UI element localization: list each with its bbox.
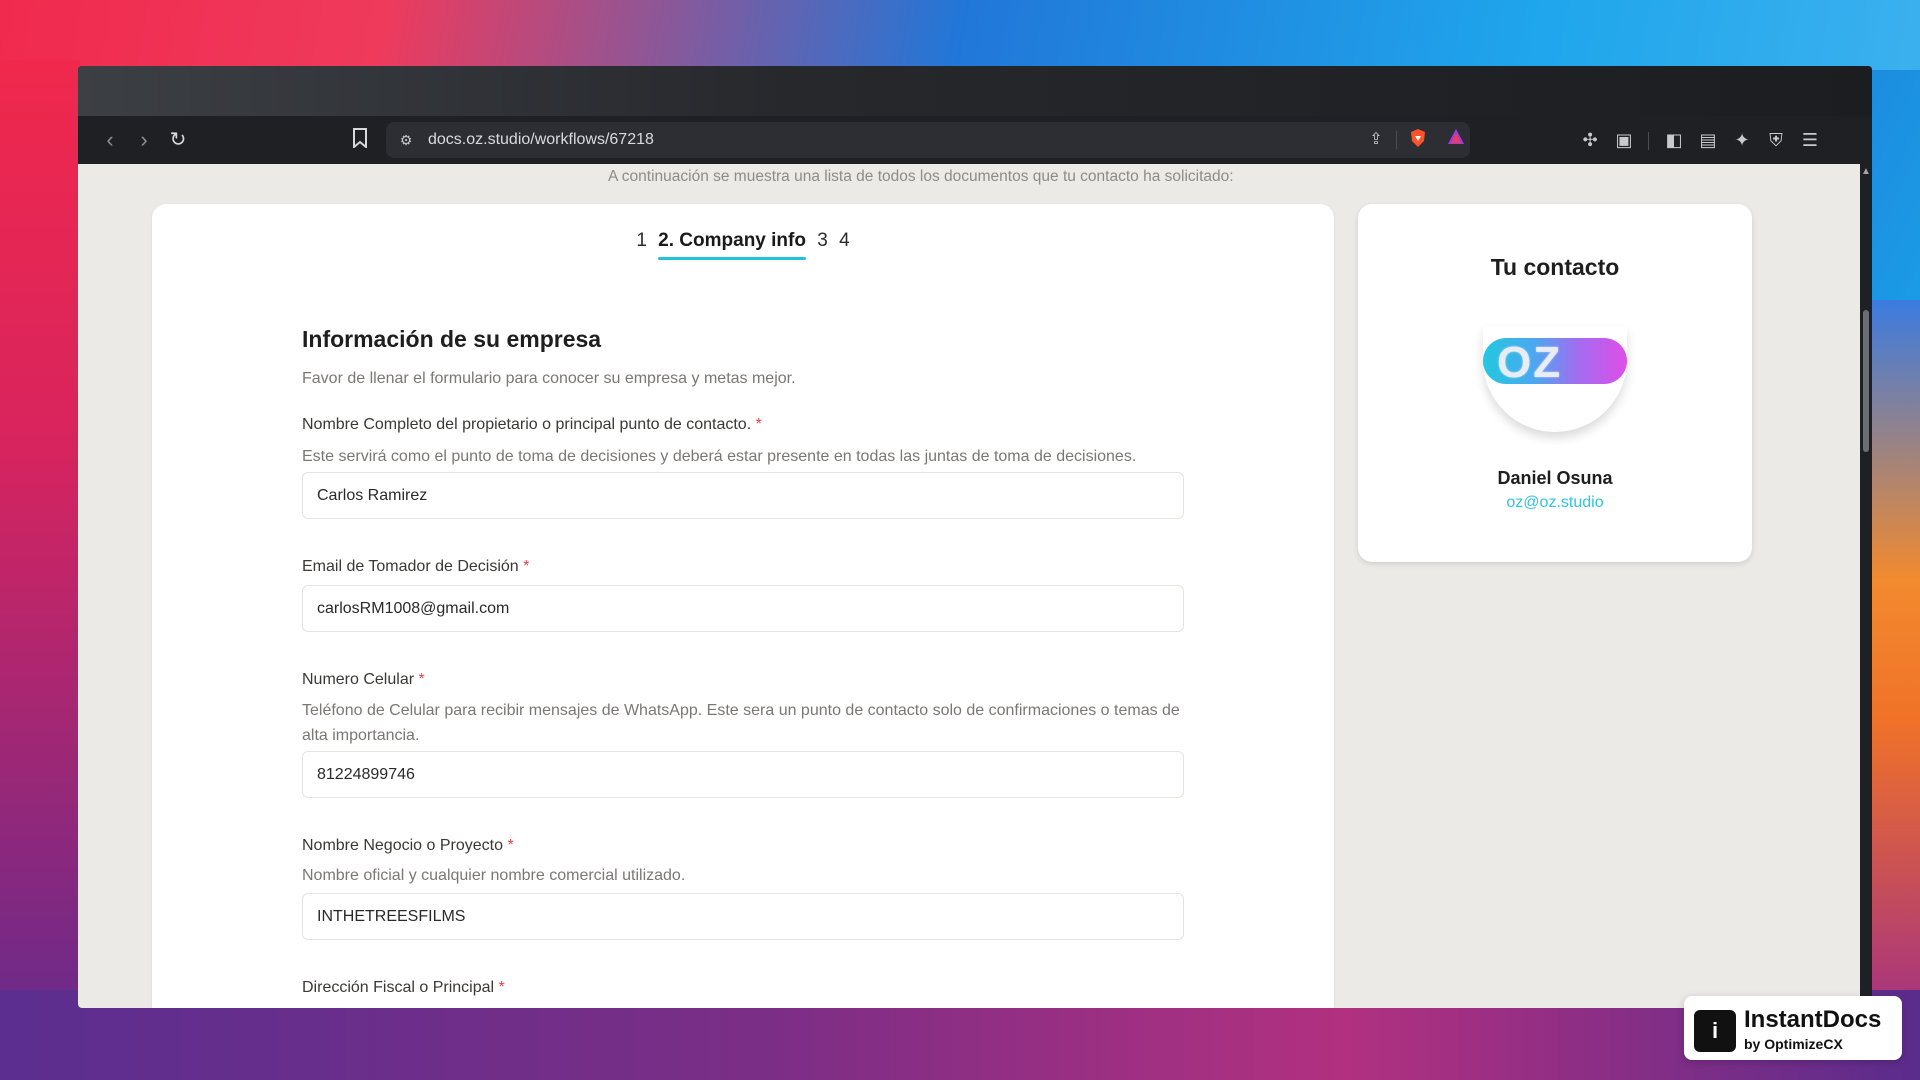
bookmark-icon[interactable] [348,128,372,152]
required-marker: * [755,416,762,433]
oz-logo-text: OZ [1497,338,1563,387]
owner-name-input[interactable]: Carlos Ramirez [302,472,1184,519]
instantdocs-badge: i InstantDocs by OptimizeCX [1684,996,1902,1060]
instantdocs-logo-icon: i [1694,1010,1736,1052]
url-divider [1396,131,1397,149]
step-1[interactable]: 1 [636,230,647,252]
required-marker: * [498,979,505,996]
phone-help: Teléfono de Celular para recibir mensaje… [302,702,1180,744]
menu-icon[interactable]: ☰ [1798,128,1822,152]
contact-title: Tu contacto [1490,254,1620,280]
page-viewport: A continuación se muestra una lista de t… [78,164,1860,1008]
sidebar-icon[interactable]: ◧ [1662,128,1686,152]
business-name-help: Nombre oficial y cualquier nombre comerc… [302,867,686,884]
owner-name-help: Este servirá como el punto de toma de de… [302,448,1137,465]
brave-shields-icon[interactable] [1406,128,1430,152]
window-titlebar[interactable] [78,66,1872,116]
business-name-label-text: Nombre Negocio o Proyecto [302,837,503,854]
decision-email-label-text: Email de Tomador de Decisión [302,558,519,575]
leo-ai-icon[interactable]: ✦ [1730,128,1754,152]
contact-card: Tu contacto OZ Daniel Osuna oz@oz.studio [1358,204,1752,562]
scroll-up-icon[interactable]: ▲ [1861,166,1871,177]
decision-email-input[interactable]: carlosRM1008@gmail.com [302,585,1184,632]
oz-logo: OZ [1483,338,1627,387]
vpn-shield-icon[interactable]: ⛨ [1764,128,1788,152]
step-indicator: 1 2. Company info 3 4 [152,230,1334,260]
section-title: Información de su empresa [302,326,602,352]
phone-label: Numero Celular * [302,671,425,689]
contact-name: Daniel Osuna [1497,468,1613,488]
browser-window: ‹ › ↻ ⚙ docs.oz.studio/workflows/67218 ⇪… [78,66,1872,1008]
brave-rewards-icon[interactable] [1444,128,1468,152]
avatar: OZ [1483,326,1627,432]
step-4[interactable]: 4 [839,230,850,252]
toolbar-divider [1648,132,1649,150]
site-settings-icon[interactable]: ⚙ [394,128,418,152]
step-3[interactable]: 3 [817,230,828,252]
required-marker: * [507,837,514,854]
page-scrollbar[interactable]: ▲ [1860,164,1872,1008]
brand-byline: by OptimizeCX [1744,1036,1843,1052]
business-name-input[interactable]: INTHETREESFILMS [302,893,1184,940]
form-card: 1 2. Company info 3 4 Información de su … [152,204,1334,1008]
reload-icon[interactable]: ↻ [166,128,190,152]
section-subtitle: Favor de llenar el formulario para conoc… [302,370,796,387]
step-2-active[interactable]: 2. Company info [658,230,806,260]
desktop-wallpaper-left [0,60,80,1020]
forward-icon[interactable]: › [132,128,156,152]
required-marker: * [523,558,530,575]
decision-email-label: Email de Tomador de Decisión * [302,558,529,576]
contact-email-link[interactable]: oz@oz.studio [1358,494,1752,512]
fiscal-address-label: Dirección Fiscal o Principal * [302,979,505,997]
wallet-icon[interactable]: ▤ [1696,128,1720,152]
desktop-wallpaper-top [0,0,1920,70]
back-icon[interactable]: ‹ [98,128,122,152]
scroll-thumb[interactable] [1863,310,1869,452]
reader-icon[interactable]: ▣ [1612,128,1636,152]
address-bar[interactable]: ⚙ docs.oz.studio/workflows/67218 ⇪ [386,122,1470,158]
required-marker: * [418,671,425,688]
brand-name: InstantDocs [1744,1006,1882,1033]
fiscal-address-label-text: Dirección Fiscal o Principal [302,979,495,996]
phone-input[interactable]: 81224899746 [302,751,1184,798]
share-icon[interactable]: ⇪ [1364,128,1388,152]
intro-text: A continuación se muestra una lista de t… [608,168,1234,185]
url-text[interactable]: docs.oz.studio/workflows/67218 [428,131,654,149]
owner-name-label: Nombre Completo del propietario o princi… [302,416,762,434]
browser-toolbar: ‹ › ↻ ⚙ docs.oz.studio/workflows/67218 ⇪… [78,116,1872,164]
owner-name-label-text: Nombre Completo del propietario o princi… [302,416,752,433]
extensions-icon[interactable]: ✣ [1578,128,1602,152]
business-name-label: Nombre Negocio o Proyecto * [302,837,514,855]
phone-label-text: Numero Celular [302,671,415,688]
